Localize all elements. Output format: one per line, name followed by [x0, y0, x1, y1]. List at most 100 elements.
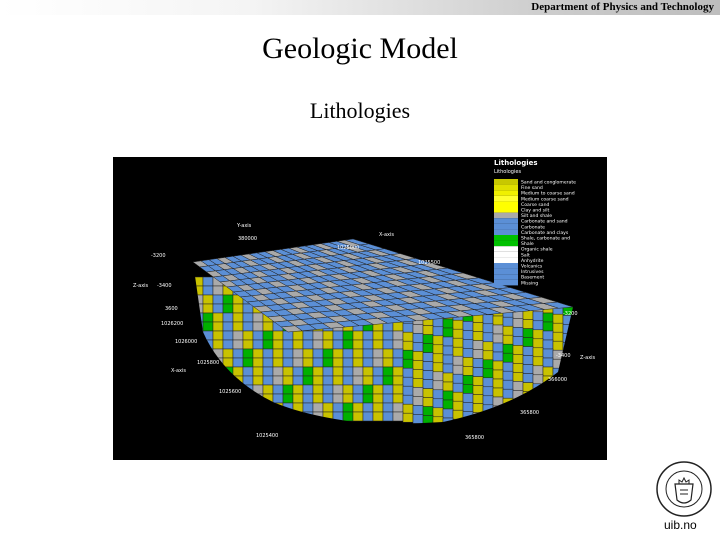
- model-cell: [332, 384, 344, 395]
- model-cell: [312, 402, 324, 413]
- model-cell: [222, 294, 234, 305]
- model-cell: [302, 339, 314, 350]
- model-cell: [442, 345, 454, 356]
- model-cell: [322, 366, 334, 377]
- model-cell: [492, 414, 504, 425]
- legend-label: Intrusives: [521, 269, 544, 275]
- model-cell: [532, 311, 544, 322]
- tick-z-left-3: 3600: [165, 306, 178, 312]
- legend-swatch: [494, 218, 518, 224]
- model-cell: [202, 375, 214, 386]
- model-cell: [282, 339, 294, 350]
- model-cell: [202, 402, 214, 413]
- model-cell: [562, 360, 573, 370]
- model-cell: [542, 411, 554, 422]
- model-cell: [432, 362, 444, 373]
- legend-swatch: [494, 195, 518, 202]
- model-cell: [502, 334, 514, 345]
- model-cell: [422, 388, 434, 398]
- model-cell: [462, 348, 474, 358]
- model-cell: [232, 303, 244, 314]
- model-cell: [472, 322, 484, 332]
- model-cell: [212, 375, 224, 386]
- model-cell: [482, 395, 494, 406]
- model-cell: [342, 402, 354, 413]
- model-cell: [462, 411, 474, 421]
- model-cell: [312, 393, 324, 404]
- model-cell: [482, 332, 494, 343]
- model-cell: [462, 375, 474, 385]
- model-cell: [412, 333, 424, 343]
- model-cell: [322, 393, 334, 404]
- model-cell: [322, 402, 334, 413]
- model-cell: [532, 392, 544, 403]
- model-cell: [432, 344, 444, 355]
- model-cell: [562, 396, 573, 406]
- legend-label: Shale: [521, 241, 534, 247]
- model-cell: [562, 405, 573, 415]
- model-cell: [502, 352, 514, 363]
- model-cell: [212, 411, 224, 422]
- model-cell: [522, 382, 534, 392]
- model-cell: [422, 352, 434, 362]
- legend-label: Medium coarse sand: [521, 196, 569, 202]
- model-cell: [202, 384, 214, 395]
- model-cell: [342, 366, 354, 377]
- model-cell: [262, 393, 274, 404]
- model-cell: [502, 343, 514, 354]
- model-cell: [352, 411, 364, 422]
- x-axis-label-left: X-axis: [171, 368, 186, 374]
- model-cell: [532, 329, 544, 340]
- model-cell: [492, 396, 504, 407]
- tick-x-top-1: 1025000: [337, 245, 359, 251]
- model-cell: [552, 394, 564, 405]
- model-cell: [322, 375, 334, 386]
- legend-subtitle: Lithologies: [494, 169, 521, 175]
- model-cell: [342, 375, 354, 386]
- model-cell: [202, 285, 214, 296]
- model-cell: [312, 357, 324, 368]
- model-cell: [252, 411, 264, 422]
- model-cell: [522, 346, 534, 356]
- model-cell: [352, 402, 364, 413]
- model-cell: [512, 336, 524, 346]
- model-cell: [583, 300, 593, 309]
- model-cell: [372, 330, 384, 341]
- model-cell: [442, 336, 454, 347]
- model-cell: [222, 375, 234, 386]
- model-cell: [392, 411, 404, 422]
- tick-z-left-2: -3400: [157, 283, 172, 289]
- model-cell: [222, 366, 234, 377]
- model-cell: [202, 303, 214, 314]
- model-cell: [212, 330, 224, 341]
- model-cell: [522, 391, 534, 401]
- model-cell: [583, 309, 593, 318]
- model-cell: [252, 330, 264, 341]
- model-cell: [232, 321, 244, 332]
- model-cell: [232, 375, 244, 386]
- model-cell: [392, 321, 404, 332]
- model-cell: [252, 375, 264, 386]
- model-cell: [252, 357, 264, 368]
- model-cell: [372, 357, 384, 368]
- model-cell: [322, 348, 334, 359]
- site-label: uib.no: [664, 518, 697, 532]
- model-cell: [222, 348, 234, 359]
- model-cell: [492, 405, 504, 416]
- model-cell: [442, 417, 454, 425]
- model-cell: [372, 393, 384, 404]
- model-cell: [242, 402, 254, 413]
- model-cell: [422, 370, 434, 380]
- model-cell: [482, 359, 494, 370]
- model-cell: [572, 370, 573, 380]
- model-cell: [372, 375, 384, 386]
- geologic-model-render: Lithologies Lithologies Sand and conglom…: [133, 159, 596, 441]
- model-cell: [292, 375, 304, 386]
- legend-swatch: [494, 201, 518, 207]
- model-cell: [262, 375, 274, 386]
- model-cell: [272, 384, 284, 395]
- model-cell: [292, 393, 304, 404]
- model-cell: [472, 331, 484, 341]
- model-cell: [212, 402, 224, 413]
- model-cell: [262, 366, 274, 377]
